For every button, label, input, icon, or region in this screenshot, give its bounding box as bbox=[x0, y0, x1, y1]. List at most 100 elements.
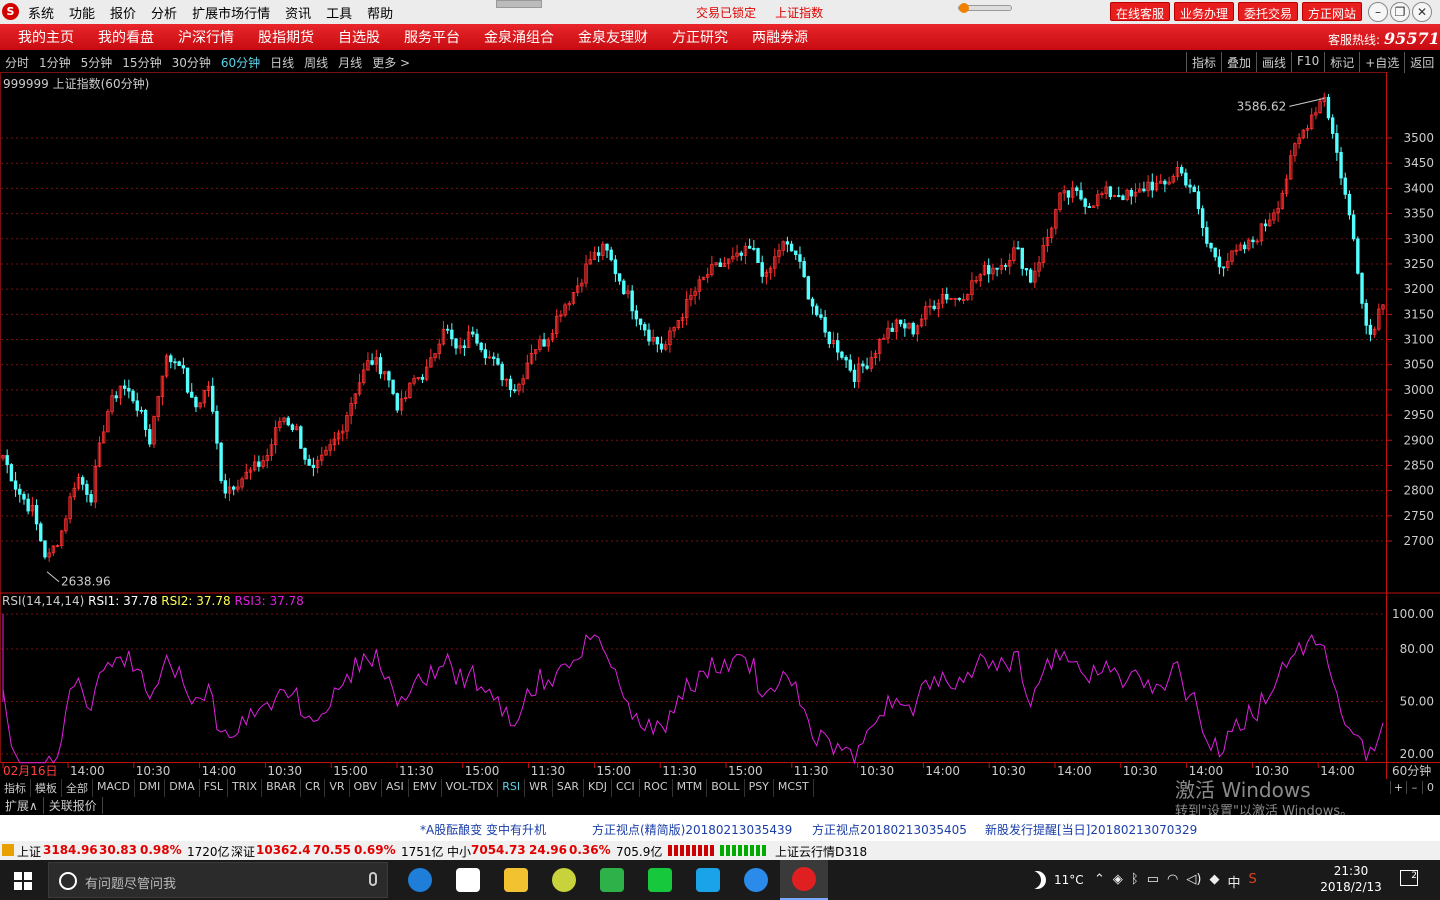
tool-mark-button[interactable]: 标记 bbox=[1324, 52, 1359, 73]
tool-f10-button[interactable]: F10 bbox=[1291, 52, 1324, 73]
indicator-tab[interactable]: 指标 bbox=[0, 779, 31, 797]
indicator-tab[interactable]: ASI bbox=[382, 779, 409, 797]
indicator-tab[interactable]: BOLL bbox=[707, 779, 745, 797]
news-item[interactable]: 方正视点(精简版)20180213035439 bbox=[592, 821, 792, 838]
period-tab[interactable]: 周线 bbox=[304, 54, 328, 71]
expand-tab[interactable]: 扩展∧ bbox=[0, 797, 44, 814]
menu-analysis[interactable]: 分析 bbox=[151, 3, 177, 22]
tool-draw-button[interactable]: 画线 bbox=[1256, 52, 1291, 73]
tool-add-watch-button[interactable]: +自选 bbox=[1359, 52, 1404, 73]
microphone-icon[interactable] bbox=[369, 872, 377, 886]
nav-margin[interactable]: 两融券源 bbox=[752, 27, 808, 47]
zoom-reset-button[interactable]: 0 bbox=[1422, 781, 1438, 794]
menu-quote[interactable]: 报价 bbox=[110, 3, 136, 22]
ime-indicator[interactable]: 中 bbox=[1227, 872, 1240, 891]
nav-my-watch[interactable]: 我的看盘 bbox=[98, 27, 154, 47]
volume-slider[interactable] bbox=[958, 3, 1012, 13]
news-item[interactable]: 新股发行提醒[当日]20180213070329 bbox=[985, 821, 1197, 838]
period-tab[interactable]: 分时 bbox=[5, 54, 29, 71]
network-icon[interactable]: ◆ bbox=[1209, 872, 1219, 891]
period-tab[interactable]: 5分钟 bbox=[81, 54, 113, 71]
period-tab[interactable]: 1分钟 bbox=[39, 54, 71, 71]
taskbar-clock[interactable]: 21:30 2018/2/13 bbox=[1314, 863, 1388, 895]
battery-icon[interactable]: ▭ bbox=[1147, 872, 1159, 891]
indicator-tab[interactable]: OBV bbox=[350, 779, 382, 797]
nav-watchlist[interactable]: 自选股 bbox=[338, 27, 380, 47]
indicator-tab[interactable]: PSY bbox=[745, 779, 774, 797]
app-logo-icon[interactable]: S bbox=[2, 3, 19, 20]
indicator-tab[interactable]: ROC bbox=[640, 779, 673, 797]
app-4[interactable] bbox=[540, 860, 588, 900]
menu-info[interactable]: 资讯 bbox=[285, 3, 311, 22]
indicator-tab[interactable]: EMV bbox=[409, 779, 442, 797]
tool-overlay-button[interactable]: 叠加 bbox=[1221, 52, 1256, 73]
bluetooth-icon[interactable]: ᛒ bbox=[1131, 872, 1139, 891]
zoom-out-button[interactable]: – bbox=[1406, 781, 1422, 794]
zoom-in-button[interactable]: + bbox=[1390, 781, 1406, 794]
indicator-tab[interactable]: RSI bbox=[498, 779, 526, 797]
period-more[interactable]: 更多 > bbox=[372, 54, 410, 71]
news-item[interactable]: *A股酝酿变 变中有升机 bbox=[420, 821, 546, 838]
store-app[interactable] bbox=[444, 860, 492, 900]
indicator-tab[interactable]: MCST bbox=[774, 779, 814, 797]
cortana-search-box[interactable]: 有问题尽管问我 bbox=[48, 862, 388, 898]
online-service-button[interactable]: 在线客服 bbox=[1110, 2, 1171, 21]
menu-tools[interactable]: 工具 bbox=[326, 3, 352, 22]
explorer-app[interactable] bbox=[492, 860, 540, 900]
volume-icon[interactable]: ◁) bbox=[1186, 872, 1201, 891]
indicator-tab[interactable]: FSL bbox=[200, 779, 228, 797]
menu-system[interactable]: 系统 bbox=[28, 3, 54, 22]
windows-start-icon[interactable] bbox=[14, 872, 32, 890]
ie-app[interactable] bbox=[732, 860, 780, 900]
news-item[interactable]: 方正视点20180213035405 bbox=[812, 821, 967, 838]
founder-app[interactable] bbox=[780, 860, 828, 900]
indicator-tab[interactable]: VR bbox=[325, 779, 350, 797]
business-button[interactable]: 业务办理 bbox=[1174, 2, 1235, 21]
nav-home[interactable]: 我的主页 bbox=[18, 27, 74, 47]
menu-ext-market[interactable]: 扩展市场行情 bbox=[192, 3, 270, 22]
menu-help[interactable]: 帮助 bbox=[367, 3, 393, 22]
price-chart[interactable]: 3500 3450 3400 3350 3300 3250 3200 3150 3100 3050… bbox=[0, 72, 1440, 779]
restore-icon[interactable]: ❐ bbox=[1390, 2, 1410, 22]
shield-icon[interactable]: ◈ bbox=[1113, 872, 1123, 891]
minimize-icon[interactable]: – bbox=[1368, 2, 1388, 22]
period-tab-active[interactable]: 60分钟 bbox=[221, 54, 260, 71]
related-quote-tab[interactable]: 关联报价 bbox=[44, 797, 103, 814]
nav-futures[interactable]: 股指期货 bbox=[258, 27, 314, 47]
indicator-tab[interactable]: DMA bbox=[165, 779, 200, 797]
sogou-icon[interactable]: S bbox=[1248, 872, 1256, 891]
trade-button[interactable]: 委托交易 bbox=[1238, 2, 1299, 21]
nav-services[interactable]: 服务平台 bbox=[404, 27, 460, 47]
period-tab[interactable]: 30分钟 bbox=[172, 54, 211, 71]
nav-wealth[interactable]: 金泉友理财 bbox=[578, 27, 648, 47]
iqiyi-app[interactable] bbox=[636, 860, 684, 900]
wifi-icon[interactable]: ◠ bbox=[1167, 872, 1178, 891]
app-5[interactable] bbox=[588, 860, 636, 900]
website-button[interactable]: 方正网站 bbox=[1302, 2, 1363, 21]
cortana-icon[interactable] bbox=[59, 872, 77, 890]
period-tab[interactable]: 15分钟 bbox=[122, 54, 161, 71]
indicator-tab[interactable]: 模板 bbox=[31, 779, 62, 797]
weather-moon-icon[interactable] bbox=[1028, 871, 1046, 889]
indicator-tab[interactable]: MACD bbox=[93, 779, 135, 797]
player-app[interactable] bbox=[684, 860, 732, 900]
tool-back-button[interactable]: 返回 bbox=[1404, 52, 1439, 73]
close-icon[interactable]: ✕ bbox=[1412, 2, 1432, 22]
indicator-tab[interactable]: CR bbox=[301, 779, 326, 797]
notification-icon[interactable]: 2 bbox=[1400, 870, 1418, 886]
indicator-tab[interactable]: VOL-TDX bbox=[442, 779, 499, 797]
indicator-tab[interactable]: KDJ bbox=[584, 779, 612, 797]
indicator-tab[interactable]: BRAR bbox=[262, 779, 302, 797]
indicator-tab[interactable]: SAR bbox=[553, 779, 585, 797]
indicator-tab[interactable]: CCI bbox=[612, 779, 640, 797]
tool-indicator-button[interactable]: 指标 bbox=[1186, 52, 1221, 73]
indicator-tab[interactable]: 全部 bbox=[62, 779, 93, 797]
period-tab[interactable]: 月线 bbox=[338, 54, 362, 71]
indicator-tab[interactable]: MTM bbox=[673, 779, 708, 797]
period-tab[interactable]: 日线 bbox=[270, 54, 294, 71]
slider-knob[interactable] bbox=[959, 3, 969, 13]
menu-function[interactable]: 功能 bbox=[69, 3, 95, 22]
indicator-tab[interactable]: TRIX bbox=[228, 779, 263, 797]
nav-portfolio[interactable]: 金泉涌组合 bbox=[484, 27, 554, 47]
chevron-up-icon[interactable]: ⌃ bbox=[1094, 872, 1105, 891]
